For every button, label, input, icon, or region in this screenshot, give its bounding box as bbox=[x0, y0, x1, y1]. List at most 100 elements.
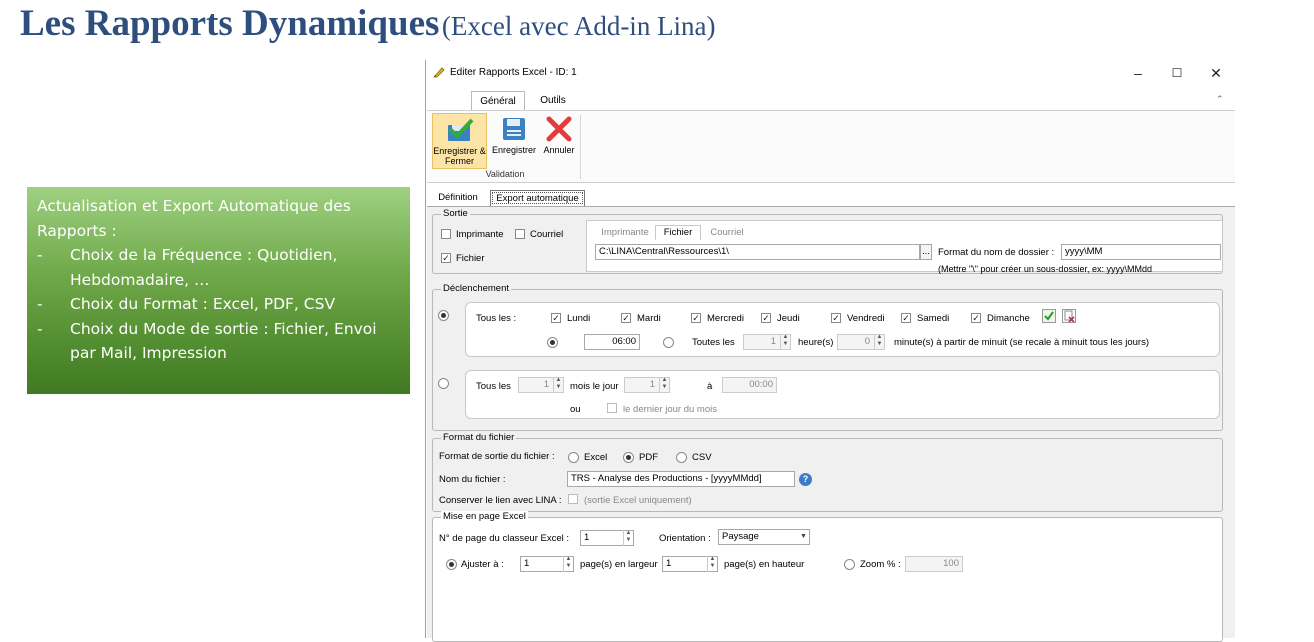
sortie-group: Sortie Imprimante Courriel ✓ Fichier Imp… bbox=[432, 208, 1223, 274]
hours-stepper-arrows[interactable]: ▲ ▼ bbox=[780, 334, 790, 350]
dimanche-checkbox[interactable]: ✓ bbox=[971, 313, 981, 323]
browse-button[interactable]: ... bbox=[920, 244, 932, 260]
ajuster-label: Ajuster à : bbox=[461, 559, 504, 570]
orientation-select[interactable]: Paysage bbox=[718, 529, 810, 545]
sortie-title: Sortie bbox=[441, 208, 470, 220]
format-sortie-label: Format de sortie du fichier : bbox=[439, 451, 555, 462]
report-editor-window: Editer Rapports Excel - ID: 1 – ☐ ✕ Géné… bbox=[425, 60, 1236, 642]
red-cross-icon bbox=[540, 113, 578, 145]
ribbon-tab-outils[interactable]: Outils bbox=[531, 91, 575, 111]
subtab-imprimante[interactable]: Imprimante bbox=[595, 226, 655, 241]
monthly-time-field[interactable]: 00:00 bbox=[722, 377, 777, 393]
hauteur-label: page(s) en hauteur bbox=[724, 559, 805, 570]
window-title: Editer Rapports Excel - ID: 1 bbox=[450, 67, 577, 78]
mise-en-page-group: Mise en page Excel N° de page du classeu… bbox=[432, 511, 1223, 642]
save-close-button[interactable]: Enregistrer & Fermer bbox=[432, 113, 487, 169]
collapse-ribbon-icon[interactable]: ⌃ bbox=[1216, 94, 1224, 105]
height-pages-stepper-arrows[interactable]: ▲ ▼ bbox=[707, 556, 717, 572]
conserver-lien-label: Conserver le lien avec LINA : bbox=[439, 495, 562, 506]
excel-radio[interactable] bbox=[568, 452, 579, 463]
cancel-label: Annuler bbox=[543, 145, 575, 155]
imprimante-label: Imprimante bbox=[456, 229, 504, 240]
chevron-down-icon[interactable]: ▼ bbox=[798, 530, 809, 544]
pdf-radio[interactable] bbox=[623, 452, 634, 463]
page-number-stepper-arrows[interactable]: ▲ ▼ bbox=[623, 530, 633, 546]
conserver-lien-checkbox[interactable] bbox=[568, 494, 578, 504]
ribbon-group-validation: Validation bbox=[485, 169, 525, 179]
ou-label: ou bbox=[570, 404, 581, 415]
width-pages-stepper-arrows[interactable]: ▲ ▼ bbox=[563, 556, 573, 572]
subtab-fichier[interactable]: Fichier bbox=[655, 225, 701, 240]
save-close-icon bbox=[433, 114, 486, 146]
fichier-label: Fichier bbox=[456, 253, 485, 264]
tous-les-mois-label: Tous les bbox=[476, 381, 511, 392]
page-number-label: N° de page du classeur Excel : bbox=[439, 533, 570, 544]
samedi-label: Samedi bbox=[917, 313, 950, 324]
interval-radio[interactable] bbox=[663, 337, 674, 348]
pdf-label: PDF bbox=[639, 452, 658, 463]
lundi-checkbox[interactable]: ✓ bbox=[551, 313, 561, 323]
orientation-label: Orientation : bbox=[659, 533, 711, 544]
monthly-mode-radio[interactable] bbox=[438, 378, 449, 389]
weekly-schedule-panel: Tous les : ✓ Lundi ✓ Mardi ✓ Mercredi ✓ … bbox=[465, 302, 1220, 357]
mardi-label: Mardi bbox=[637, 313, 661, 324]
time-field[interactable]: 06:00 bbox=[584, 334, 640, 350]
monthly-schedule-panel: Tous les 1 ▲ ▼ mois le jour 1 ▲ ▼ à 00:00 … bbox=[465, 370, 1220, 419]
output-subtab-panel: Imprimante Fichier Courriel C:\LINA\Cent… bbox=[586, 220, 1223, 274]
select-all-days-icon[interactable] bbox=[1042, 309, 1056, 323]
export-settings-panel: Sortie Imprimante Courriel ✓ Fichier Imp… bbox=[427, 206, 1235, 642]
day-stepper-arrows[interactable]: ▲ ▼ bbox=[659, 377, 669, 393]
folder-format-hint: (Mettre "\" pour créer un sous-dossier, … bbox=[938, 264, 1152, 274]
csv-radio[interactable] bbox=[676, 452, 687, 463]
clear-days-icon[interactable] bbox=[1062, 309, 1076, 323]
a-label: à bbox=[707, 381, 713, 392]
minutes-label: minute(s) à partir de minuit (se recale … bbox=[894, 337, 1150, 348]
callout-item: Choix du Format : Excel, PDF, CSV bbox=[37, 292, 400, 317]
mise-en-page-title: Mise en page Excel bbox=[441, 511, 528, 523]
ribbon-tab-general[interactable]: Général bbox=[471, 91, 525, 111]
folder-format-field[interactable]: yyyy\MM bbox=[1061, 244, 1221, 260]
mercredi-label: Mercredi bbox=[707, 313, 744, 324]
fichier-checkbox[interactable]: ✓ bbox=[441, 253, 451, 263]
ajuster-radio[interactable] bbox=[446, 559, 457, 570]
months-stepper-arrows[interactable]: ▲ ▼ bbox=[553, 377, 563, 393]
toutes-les-label: Toutes les bbox=[692, 337, 735, 348]
excel-label: Excel bbox=[584, 452, 608, 463]
lundi-label: Lundi bbox=[567, 313, 591, 324]
format-fichier-title: Format du fichier bbox=[441, 432, 517, 444]
mardi-checkbox[interactable]: ✓ bbox=[621, 313, 631, 323]
cancel-button[interactable]: Annuler bbox=[540, 113, 578, 169]
minimize-button[interactable]: – bbox=[1118, 60, 1158, 86]
maximize-button[interactable]: ☐ bbox=[1157, 60, 1197, 86]
subtab-courriel[interactable]: Courriel bbox=[703, 226, 751, 241]
conserver-lien-hint: (sortie Excel uniquement) bbox=[584, 495, 692, 506]
feature-callout: Actualisation et Export Automatique des … bbox=[27, 187, 410, 394]
zoom-field[interactable]: 100 bbox=[905, 556, 963, 572]
samedi-checkbox[interactable]: ✓ bbox=[901, 313, 911, 323]
format-fichier-group: Format du fichier Format de sortie du fi… bbox=[432, 432, 1223, 512]
slide-title-main: Les Rapports Dynamiques bbox=[20, 3, 440, 44]
weekly-mode-radio[interactable] bbox=[438, 310, 449, 321]
save-label: Enregistrer bbox=[491, 145, 536, 155]
file-name-field[interactable]: TRS - Analyse des Productions - [yyyyMMd… bbox=[567, 471, 795, 487]
floppy-disk-icon bbox=[489, 113, 539, 145]
tab-export-automatique[interactable]: Export automatique bbox=[490, 190, 585, 206]
minutes-stepper-arrows[interactable]: ▲ ▼ bbox=[874, 334, 884, 350]
imprimante-checkbox[interactable] bbox=[441, 229, 451, 239]
callout-list: Choix de la Fréquence : Quotidien, Hebdo… bbox=[37, 243, 400, 366]
courriel-checkbox[interactable] bbox=[515, 229, 525, 239]
fixed-time-radio[interactable] bbox=[547, 337, 558, 348]
vendredi-checkbox[interactable]: ✓ bbox=[831, 313, 841, 323]
mercredi-checkbox[interactable]: ✓ bbox=[691, 313, 701, 323]
save-button[interactable]: Enregistrer bbox=[489, 113, 539, 169]
last-day-checkbox[interactable] bbox=[607, 403, 617, 413]
zoom-label: Zoom % : bbox=[860, 559, 901, 570]
jeudi-checkbox[interactable]: ✓ bbox=[761, 313, 771, 323]
dimanche-label: Dimanche bbox=[987, 313, 1030, 324]
output-path-field[interactable]: C:\LINA\Central\Ressources\1\ bbox=[595, 244, 920, 260]
close-button[interactable]: ✕ bbox=[1196, 60, 1236, 86]
help-icon[interactable]: ? bbox=[799, 473, 812, 486]
folder-format-label: Format du nom de dossier : bbox=[938, 247, 1055, 258]
tab-definition[interactable]: Définition bbox=[434, 190, 482, 206]
zoom-radio[interactable] bbox=[844, 559, 855, 570]
